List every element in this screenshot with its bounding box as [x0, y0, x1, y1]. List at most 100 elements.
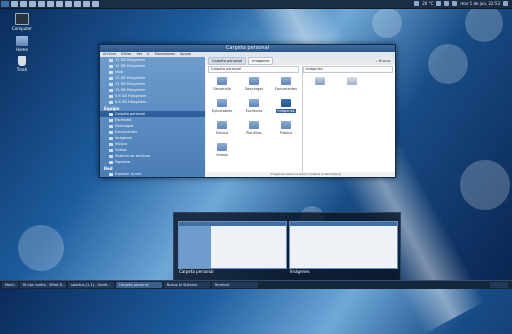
- folder-item[interactable]: Vídeos: [206, 141, 238, 163]
- volume-icon[interactable]: [436, 1, 442, 6]
- folder-icon: [281, 77, 291, 85]
- launcher-icon[interactable]: [20, 1, 27, 7]
- drive-icon: [109, 88, 113, 92]
- window-titlebar[interactable]: Carpeta personal: [100, 45, 395, 52]
- weather-label[interactable]: 20 °C: [422, 1, 433, 6]
- folder-label: Descargas: [244, 87, 264, 91]
- folder-icon: [249, 121, 259, 129]
- folder-icon: [217, 121, 227, 129]
- folder-label: Desarrollo: [213, 87, 231, 91]
- switcher-thumb-carpeta[interactable]: [178, 221, 287, 269]
- search-button[interactable]: ⌕ Buscar: [376, 59, 391, 63]
- folder-icon: [109, 142, 113, 146]
- sidebar-item-label: Música: [115, 142, 128, 146]
- battery-icon[interactable]: [444, 1, 450, 6]
- folder-item[interactable]: Escritorio: [238, 97, 270, 119]
- home-icon: [109, 112, 113, 116]
- taskbar-item[interactable]: Nuevo el Sistema: [163, 282, 210, 288]
- power-icon[interactable]: [503, 1, 508, 6]
- desktop-icon-home[interactable]: Home: [8, 36, 36, 52]
- pane-divider[interactable]: [302, 66, 303, 177]
- desktop-icon-trash[interactable]: Trash: [8, 56, 36, 72]
- sidebar-item-label: 6.6 GB Filesystem: [115, 100, 147, 104]
- clock[interactable]: mar 1 de jun, 22:53: [460, 1, 500, 6]
- breadcrumb-imagenes[interactable]: Imágenes: [248, 57, 274, 65]
- places-sidebar: 11 GB Filesystem 11 GB Filesystem Ubia 1…: [100, 57, 205, 177]
- desktop-icon: [109, 118, 113, 122]
- menu-button[interactable]: Menú: [2, 282, 18, 288]
- trash-icon: [109, 160, 113, 164]
- file-view: Carpeta personal Imágenes ⌕ Buscar Carpe…: [206, 57, 395, 177]
- sidebar-item-network[interactable]: Explorar la red: [100, 171, 205, 177]
- mail-icon[interactable]: [452, 1, 458, 6]
- desktop-icon-computer[interactable]: Computer: [8, 13, 36, 31]
- switcher-thumb-imagenes[interactable]: [289, 221, 398, 269]
- folder-icon: [281, 99, 291, 107]
- folder-item-selected[interactable]: Imágenes: [270, 97, 302, 119]
- launcher-icon[interactable]: [56, 1, 63, 7]
- window-switcher: Carpeta personal Imágenes: [173, 212, 401, 281]
- thumb-titlebar: [290, 222, 397, 226]
- folder-label: Música: [215, 131, 229, 135]
- folder-label: Plantillas: [246, 131, 262, 135]
- computer-icon: [15, 13, 29, 25]
- workspace-switcher[interactable]: [490, 282, 508, 288]
- image-item[interactable]: [336, 75, 368, 97]
- status-bar: Imágenes seleccionada (contiene 4 elemen…: [206, 172, 395, 177]
- sidebar-item-label: 11 GB Filesystem: [115, 76, 146, 80]
- launcher-icon[interactable]: [29, 1, 36, 7]
- home-folder-icon: [16, 36, 28, 46]
- drive-icon: [109, 82, 113, 86]
- sidebar-item-label: 11 GB Filesystem: [115, 64, 146, 68]
- launcher-icon[interactable]: [92, 1, 99, 7]
- taskbar-item-active[interactable]: Carpeta personal: [115, 282, 162, 288]
- sidebar-item-label: Papelera: [115, 160, 131, 164]
- taskbar-item[interactable]: Ya has vuelto - What D...: [19, 282, 66, 288]
- taskbar-item[interactable]: Terminal: [211, 282, 258, 288]
- pane-headers: Carpeta personal Imágenes: [206, 65, 395, 74]
- wallpaper-bubble: [465, 4, 503, 42]
- desktop-icon-label: Home: [16, 47, 28, 52]
- search-label: Buscar: [379, 59, 391, 63]
- folder-item[interactable]: Descargas: [238, 75, 270, 97]
- sidebar-item-label: 11 GB Filesystem: [115, 88, 146, 92]
- launcher-icon[interactable]: [38, 1, 45, 7]
- switcher-caption: Imágenes: [290, 269, 310, 274]
- launcher-icon[interactable]: [74, 1, 81, 7]
- sidebar-item-label: 11 GB Filesystem: [115, 58, 146, 62]
- taskbar-item[interactable]: nautilus [1.1] - GeoB...: [67, 282, 114, 288]
- switcher-caption: Carpeta personal: [179, 269, 214, 274]
- applications-menu-button[interactable]: [1, 1, 9, 7]
- sidebar-item-label: Descargas: [115, 124, 134, 128]
- drive-icon: [109, 100, 113, 104]
- location-bar: Carpeta personal Imágenes ⌕ Buscar: [206, 57, 395, 65]
- right-pane-grid: [304, 75, 394, 97]
- launcher-icon[interactable]: [11, 1, 18, 7]
- folder-item[interactable]: Desarrollo: [206, 75, 238, 97]
- breadcrumb-home[interactable]: Carpeta personal: [208, 57, 247, 65]
- launcher-icon[interactable]: [83, 1, 90, 7]
- folder-item[interactable]: Público: [270, 119, 302, 141]
- wallpaper-bubble: [460, 160, 510, 210]
- launcher-icon[interactable]: [65, 1, 72, 7]
- folder-item[interactable]: Documentos: [270, 75, 302, 97]
- right-pane-path[interactable]: Imágenes: [302, 66, 393, 73]
- folder-icon: [109, 148, 113, 152]
- network-icon[interactable]: [414, 1, 420, 6]
- trash-icon: [18, 56, 26, 66]
- top-panel: 20 °C mar 1 de jun, 22:53: [0, 0, 512, 9]
- left-pane-path[interactable]: Carpeta personal: [208, 66, 299, 73]
- folder-item[interactable]: Plantillas: [238, 119, 270, 141]
- folder-icon: [217, 143, 227, 151]
- launcher-icon[interactable]: [47, 1, 54, 7]
- file-manager-window: Carpeta personal Archivo Editar Ver Ir M…: [99, 44, 396, 178]
- drive-icon: [109, 64, 113, 68]
- left-pane-grid-row3: Música Plantillas Público Vídeos: [206, 119, 302, 163]
- folder-icon: [109, 130, 113, 134]
- folder-icon: [109, 136, 113, 140]
- folder-item[interactable]: Ejecutables: [206, 97, 238, 119]
- folder-label: Ejecutables: [211, 109, 233, 113]
- folder-label: Vídeos: [216, 153, 228, 157]
- folder-item[interactable]: Música: [206, 119, 238, 141]
- image-item[interactable]: [304, 75, 336, 97]
